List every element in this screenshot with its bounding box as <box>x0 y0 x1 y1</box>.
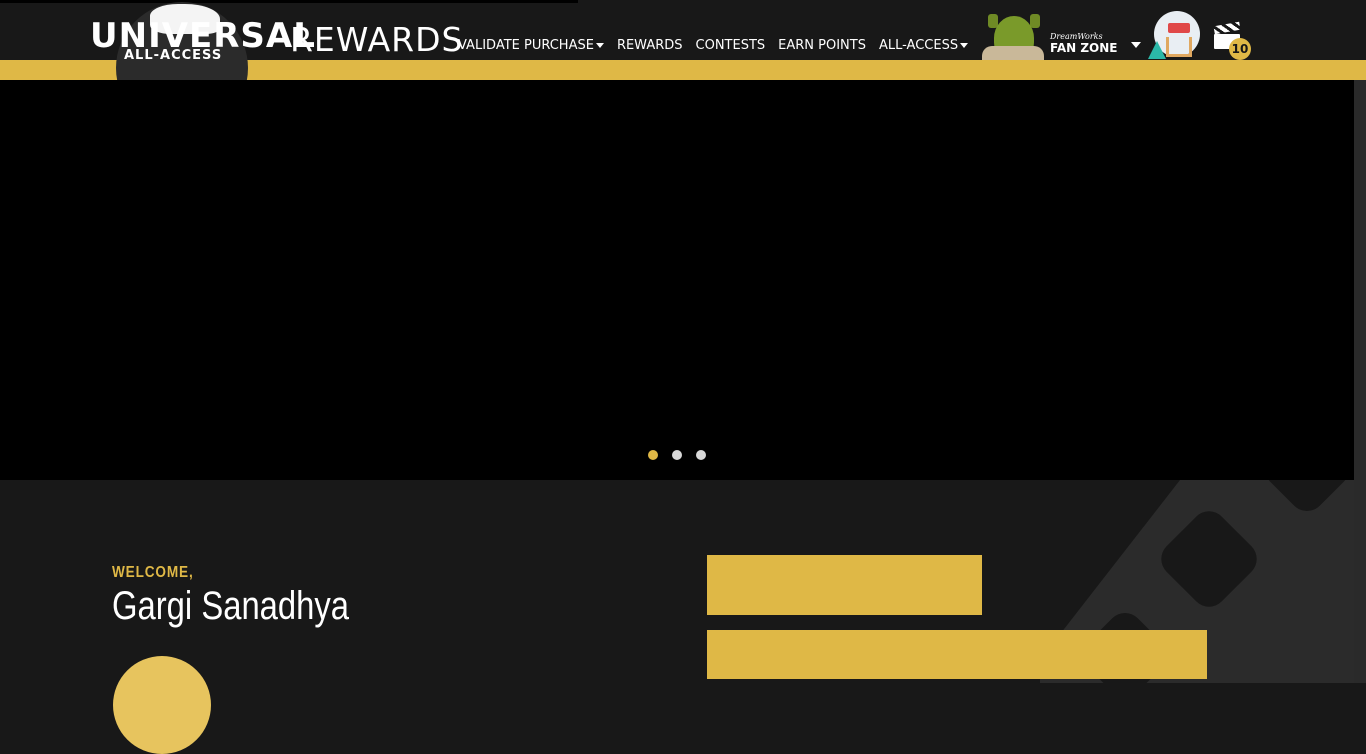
fan-zone-link[interactable]: DreamWorks FAN ZONE <box>1050 32 1117 55</box>
nav-validate-purchase[interactable]: VALIDATE PURCHASE <box>458 38 604 53</box>
user-name: Gargi Sanadhya <box>112 584 350 628</box>
caret-down-icon <box>960 43 969 48</box>
points-badge: 10 <box>1229 38 1251 60</box>
carousel-dot-1[interactable] <box>648 450 658 460</box>
nav-all-access[interactable]: ALL-ACCESS <box>878 38 969 53</box>
page-brand-title[interactable]: REWARDS <box>290 20 463 60</box>
universal-logo[interactable]: UNIVERSAL ALL-ACCESS <box>88 0 315 134</box>
nav-rewards[interactable]: REWARDS <box>617 38 683 53</box>
logo-subtitle: ALL-ACCESS <box>124 48 223 63</box>
placeholder-block <box>707 630 1207 679</box>
nav-label: VALIDATE PURCHASE <box>458 38 594 53</box>
caret-down-icon <box>595 43 604 48</box>
welcome-greeting: WELCOME, <box>112 564 194 581</box>
carousel-dot-3[interactable] <box>696 450 706 460</box>
main-nav: VALIDATE PURCHASE REWARDS CONTESTS EARN … <box>458 38 981 53</box>
shrek-character-icon[interactable] <box>982 12 1044 60</box>
tier-medal-icon <box>113 656 211 754</box>
hero-carousel[interactable] <box>0 80 1354 480</box>
fan-zone-dropdown-icon[interactable] <box>1131 42 1141 48</box>
carousel-dot-2[interactable] <box>672 450 682 460</box>
nav-contests[interactable]: CONTESTS <box>696 38 766 53</box>
carousel-indicators <box>648 450 720 460</box>
nav-label: EARN POINTS <box>778 38 866 53</box>
nav-label: CONTESTS <box>695 38 766 53</box>
nav-label: REWARDS <box>616 38 683 53</box>
fan-zone-label: FAN ZONE <box>1050 41 1118 55</box>
placeholder-block <box>707 555 982 615</box>
nav-label: ALL-ACCESS <box>878 38 959 53</box>
nav-earn-points[interactable]: EARN POINTS <box>778 38 866 53</box>
loading-bar <box>0 0 578 3</box>
page-scrollbar[interactable] <box>1354 80 1366 683</box>
dreamworks-label: DreamWorks <box>1050 32 1103 41</box>
user-avatar[interactable] <box>1148 11 1200 59</box>
